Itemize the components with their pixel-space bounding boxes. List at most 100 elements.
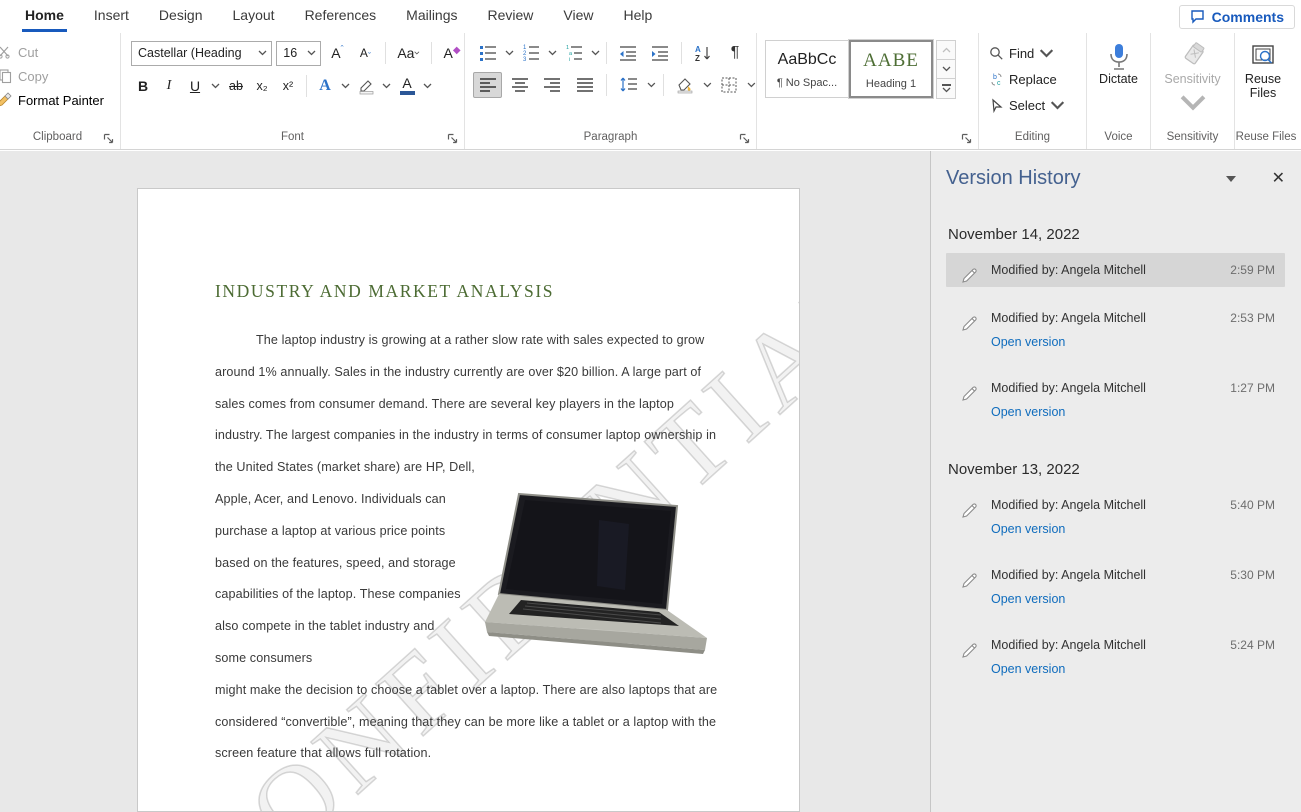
strikethrough-button[interactable]: ab bbox=[224, 73, 248, 99]
superscript-button[interactable]: x² bbox=[276, 73, 300, 99]
cut-button[interactable]: Cut bbox=[0, 40, 120, 64]
pencil-icon bbox=[959, 384, 979, 404]
shading-button[interactable] bbox=[671, 72, 700, 98]
pilcrow-button[interactable]: ¶ bbox=[720, 40, 750, 66]
chevron-down-icon bbox=[258, 50, 267, 56]
underline-button[interactable]: U bbox=[183, 73, 207, 99]
format-painter-label: Format Painter bbox=[18, 93, 104, 108]
justify-button[interactable] bbox=[570, 72, 599, 98]
tab-mailings[interactable]: Mailings bbox=[391, 0, 472, 33]
sort-button[interactable]: AZ bbox=[688, 40, 718, 66]
open-version-link[interactable]: Open version bbox=[991, 522, 1065, 536]
chevron-down-icon bbox=[1050, 98, 1065, 113]
version-time: 2:53 PM bbox=[1230, 311, 1275, 325]
chevron-down-icon[interactable] bbox=[382, 83, 391, 89]
chevron-down-icon[interactable] bbox=[505, 50, 514, 56]
styles-scroll-down-button[interactable] bbox=[936, 60, 956, 80]
open-version-link[interactable]: Open version bbox=[991, 662, 1065, 676]
document-heading: INDUSTRY AND MARKET ANALYSIS bbox=[215, 281, 725, 302]
italic-button[interactable]: I bbox=[157, 73, 181, 99]
dialog-launcher-icon[interactable] bbox=[446, 132, 459, 145]
styles-scroll-up-button[interactable] bbox=[936, 40, 956, 60]
tab-help[interactable]: Help bbox=[609, 0, 668, 33]
reuse-files-icon bbox=[1249, 42, 1277, 72]
chevron-down-icon[interactable] bbox=[423, 83, 432, 89]
multilevel-list-button[interactable]: 1ai bbox=[559, 40, 589, 66]
tab-view[interactable]: View bbox=[548, 0, 608, 33]
borders-button[interactable] bbox=[715, 72, 744, 98]
format-painter-button[interactable]: Format Painter bbox=[0, 88, 120, 112]
version-entry[interactable]: Modified by: Angela Mitchell 2:53 PM Ope… bbox=[946, 301, 1285, 361]
styles-more-button[interactable] bbox=[936, 79, 956, 99]
decrease-indent-button[interactable] bbox=[613, 40, 643, 66]
highlight-button[interactable] bbox=[354, 73, 378, 99]
shrink-font-button[interactable]: Aˇ bbox=[353, 40, 377, 66]
version-entry[interactable]: Modified by: Angela Mitchell 1:27 PM Ope… bbox=[946, 371, 1285, 431]
close-icon[interactable]: ✕ bbox=[1272, 171, 1285, 187]
dialog-launcher-icon[interactable] bbox=[102, 132, 115, 145]
open-version-link[interactable]: Open version bbox=[991, 335, 1065, 349]
laptop-image[interactable] bbox=[479, 490, 719, 672]
chevron-down-icon[interactable] bbox=[647, 82, 656, 88]
version-entry[interactable]: Modified by: Angela Mitchell 2:59 PM bbox=[946, 253, 1285, 287]
replace-button[interactable]: bc Replace bbox=[979, 66, 1086, 92]
tab-references[interactable]: References bbox=[290, 0, 392, 33]
comments-button[interactable]: Comments bbox=[1179, 5, 1295, 29]
select-button[interactable]: Select bbox=[979, 92, 1086, 118]
style-heading1[interactable]: AABE Heading 1 bbox=[849, 40, 933, 98]
document-page[interactable]: CONFIDENTIAL INDUSTRY AND MARKET ANALYSI… bbox=[137, 188, 800, 812]
font-color-button[interactable]: A bbox=[395, 73, 419, 99]
font-name-combo[interactable]: Castellar (Heading bbox=[131, 41, 272, 66]
reuse-files-label: Reuse Files bbox=[1235, 72, 1291, 100]
version-time: 5:24 PM bbox=[1230, 638, 1275, 652]
numbering-button[interactable]: 123 bbox=[516, 40, 546, 66]
version-entry[interactable]: Modified by: Angela Mitchell 5:24 PM Ope… bbox=[946, 628, 1285, 688]
align-left-button[interactable] bbox=[473, 72, 502, 98]
find-button[interactable]: Find bbox=[979, 40, 1086, 66]
chevron-down-icon[interactable] bbox=[591, 50, 600, 56]
tab-home[interactable]: Home bbox=[10, 0, 79, 33]
change-case-button[interactable]: Aa bbox=[394, 40, 423, 66]
reuse-files-button[interactable]: Reuse Files bbox=[1235, 40, 1291, 100]
text-effects-button[interactable]: A bbox=[313, 73, 337, 99]
modified-by-text: Modified by: Angela Mitchell bbox=[991, 263, 1146, 277]
pencil-icon bbox=[959, 266, 979, 286]
dialog-launcher-icon[interactable] bbox=[960, 132, 973, 145]
modified-by-text: Modified by: Angela Mitchell bbox=[991, 638, 1146, 652]
align-center-button[interactable] bbox=[505, 72, 534, 98]
copy-button[interactable]: Copy bbox=[0, 64, 120, 88]
open-version-link[interactable]: Open version bbox=[991, 405, 1065, 419]
pencil-icon bbox=[959, 641, 979, 661]
dictate-label: Dictate bbox=[1099, 72, 1138, 86]
version-entry[interactable]: Modified by: Angela Mitchell 5:40 PM Ope… bbox=[946, 488, 1285, 548]
style-no-spacing[interactable]: AaBbCc ¶ No Spac... bbox=[765, 40, 849, 98]
modified-by-text: Modified by: Angela Mitchell bbox=[991, 498, 1146, 512]
panel-options-chevron-icon[interactable] bbox=[1226, 176, 1236, 182]
bold-button[interactable]: B bbox=[131, 73, 155, 99]
tab-review[interactable]: Review bbox=[473, 0, 549, 33]
dictate-button[interactable]: Dictate bbox=[1087, 40, 1150, 86]
chevron-down-icon[interactable] bbox=[211, 83, 220, 89]
tab-layout[interactable]: Layout bbox=[218, 0, 290, 33]
styles-group-label bbox=[757, 128, 978, 149]
bullets-button[interactable] bbox=[473, 40, 503, 66]
tab-design[interactable]: Design bbox=[144, 0, 218, 33]
tab-insert[interactable]: Insert bbox=[79, 0, 144, 33]
subscript-button[interactable]: x₂ bbox=[250, 73, 274, 99]
grow-font-button[interactable]: Aˆ bbox=[325, 40, 349, 66]
chevron-down-icon[interactable] bbox=[548, 50, 557, 56]
font-group-label: Font bbox=[121, 128, 464, 149]
line-spacing-button[interactable] bbox=[614, 72, 643, 98]
chevron-down-icon[interactable] bbox=[703, 82, 712, 88]
chevron-down-icon[interactable] bbox=[747, 82, 756, 88]
sensitivity-button[interactable]: Sensitivity bbox=[1151, 40, 1234, 118]
open-version-link[interactable]: Open version bbox=[991, 592, 1065, 606]
align-right-button[interactable] bbox=[538, 72, 567, 98]
chevron-down-icon[interactable] bbox=[341, 83, 350, 89]
version-entry[interactable]: Modified by: Angela Mitchell 5:30 PM Ope… bbox=[946, 558, 1285, 618]
increase-indent-button[interactable] bbox=[645, 40, 675, 66]
clear-formatting-button[interactable]: A◆ bbox=[440, 40, 464, 66]
dialog-launcher-icon[interactable] bbox=[738, 132, 751, 145]
font-size-combo[interactable]: 16 bbox=[276, 41, 321, 66]
reuse-files-group: Reuse Files Reuse Files bbox=[1235, 33, 1297, 149]
